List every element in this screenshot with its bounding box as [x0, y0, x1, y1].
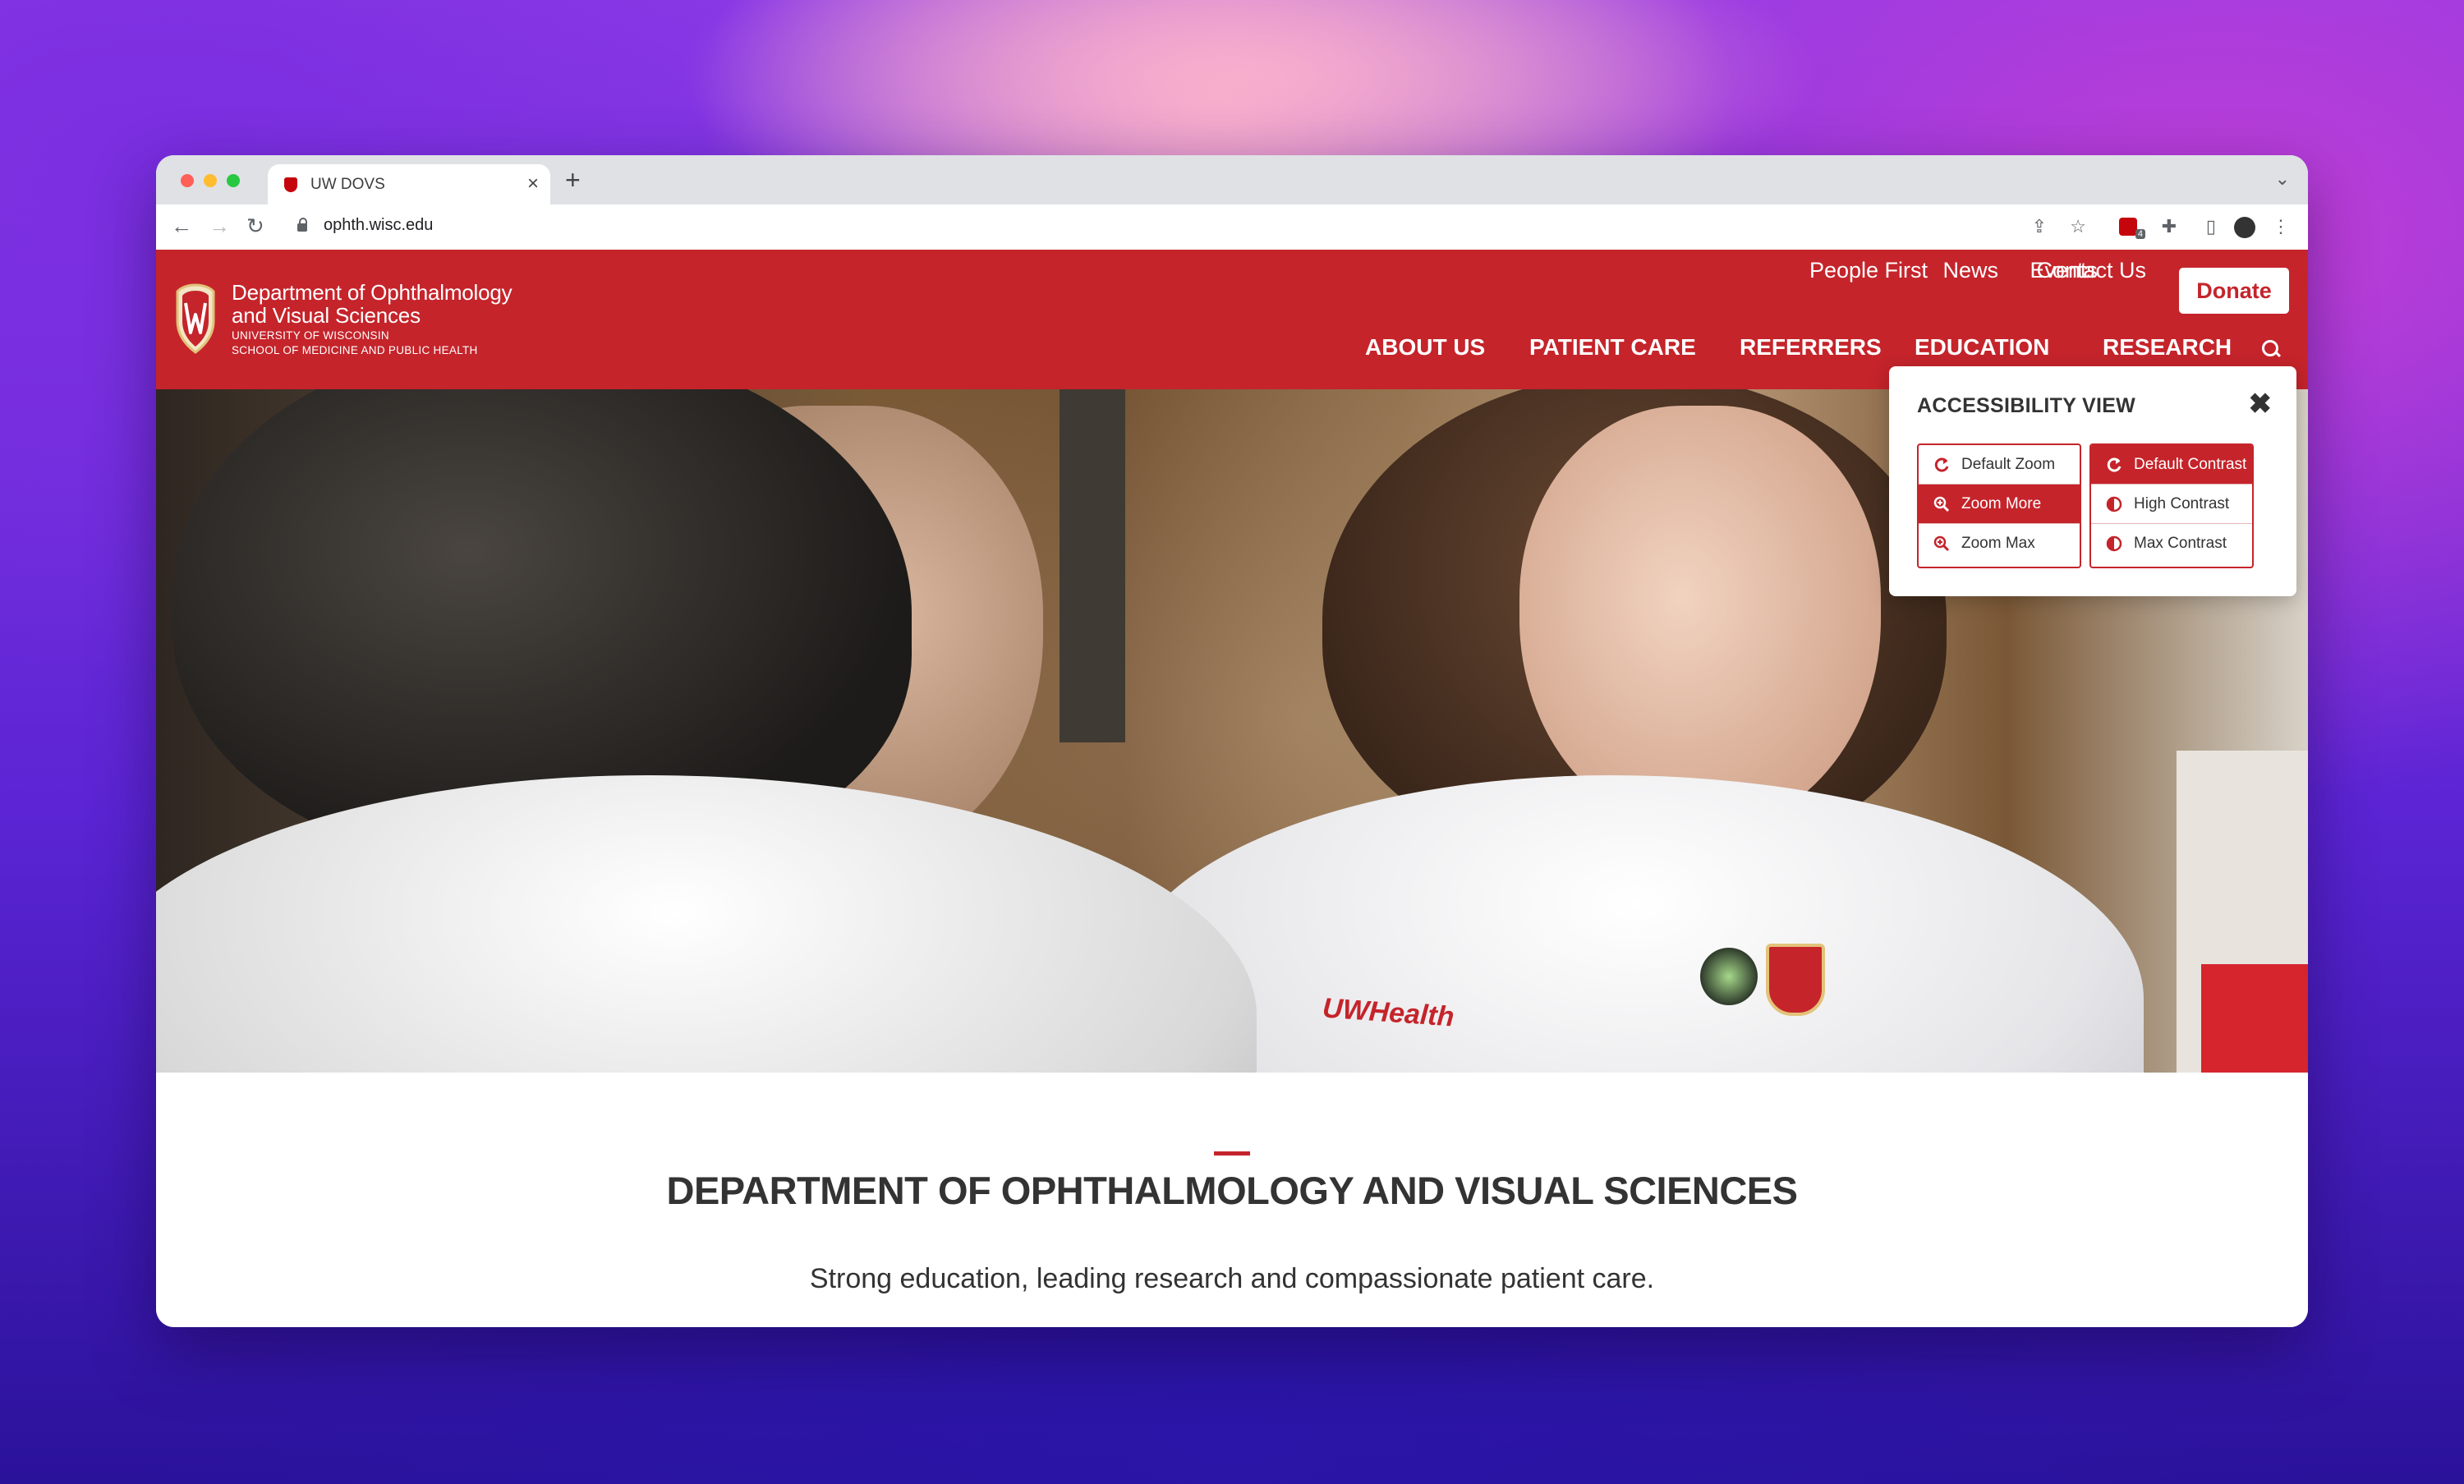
- zoom-more-button[interactable]: Zoom More: [1919, 485, 2080, 524]
- nav-about-us[interactable]: ABOUT US: [1365, 334, 1485, 361]
- window-maximize-button[interactable]: [227, 174, 240, 187]
- nav-patient-care[interactable]: PATIENT CARE: [1529, 334, 1696, 361]
- zoom-in-icon: [1933, 535, 1950, 552]
- uw-crest-logo-icon[interactable]: [174, 283, 217, 354]
- max-contrast-button[interactable]: Max Contrast: [2091, 524, 2252, 563]
- zoom-in-icon: [1933, 496, 1950, 512]
- nav-education[interactable]: EDUCATION: [1915, 334, 2049, 361]
- browser-menu-kebab-icon[interactable]: ⋮: [2272, 214, 2290, 239]
- share-icon[interactable]: ⇪: [2032, 214, 2047, 239]
- default-contrast-label: Default Contrast: [2134, 455, 2247, 473]
- window-minimize-button[interactable]: [204, 174, 217, 187]
- reload-icon[interactable]: ↻: [246, 213, 264, 239]
- high-contrast-button[interactable]: High Contrast: [2091, 485, 2252, 524]
- new-tab-plus-icon[interactable]: +: [565, 165, 581, 195]
- contrast-half-circle-icon: [2106, 535, 2122, 552]
- brand-line-visual-sciences: and Visual Sciences: [232, 303, 421, 328]
- nav-link-news[interactable]: News: [1942, 258, 1998, 283]
- zoom-options: Default Zoom Zoom More Zoom Max: [1917, 443, 2081, 568]
- extensions-puzzle-icon[interactable]: ✚: [2162, 214, 2177, 239]
- nav-research[interactable]: RESEARCH: [2103, 334, 2232, 361]
- browser-tab-active[interactable]: UW DOVS ×: [268, 164, 550, 204]
- donate-button[interactable]: Donate: [2179, 268, 2289, 314]
- hero-doorframe: [1060, 389, 1125, 742]
- window-close-button[interactable]: [181, 174, 194, 187]
- contrast-options: Default Contrast High Contrast Max Contr…: [2089, 443, 2254, 568]
- forward-arrow-icon[interactable]: →: [209, 213, 230, 239]
- uw-crest-favicon-icon: [284, 177, 297, 192]
- hero-person-right-face: [1519, 406, 1881, 833]
- back-arrow-icon[interactable]: ←: [171, 213, 192, 239]
- contrast-half-circle-icon: [2106, 496, 2122, 512]
- tab-close-icon[interactable]: ×: [527, 172, 539, 195]
- intro-accent-rule: [1214, 1151, 1250, 1155]
- nav-link-contact-us[interactable]: Contact Us: [2036, 258, 2146, 283]
- brand-line-university: UNIVERSITY OF WISCONSIN: [232, 329, 389, 342]
- hero-crest-patch-icon: [1766, 944, 1825, 1016]
- high-contrast-label: High Contrast: [2134, 494, 2230, 512]
- brand-name[interactable]: Department of Ophthalmology and Visual S…: [232, 280, 513, 358]
- nav-link-people-first[interactable]: People First: [1809, 258, 1928, 283]
- tab-search-chevron-icon[interactable]: ⌄: [2275, 168, 2290, 190]
- browser-toolbar: ← → ↻ ophth.wisc.edu ⇪ ☆ 4 ✚ ▯ ⋮: [156, 204, 2308, 250]
- side-panel-icon[interactable]: ▯: [2206, 214, 2216, 239]
- accessibility-panel-title: ACCESSIBILITY VIEW: [1917, 394, 2136, 417]
- brand-line-department: Department of Ophthalmology: [232, 280, 513, 305]
- zoom-max-button[interactable]: Zoom Max: [1919, 524, 2080, 563]
- nav-referrers[interactable]: REFERRERS: [1740, 334, 1882, 361]
- bookmark-star-icon[interactable]: ☆: [2070, 214, 2086, 239]
- hero-fire-sign: [2201, 964, 2308, 1073]
- default-zoom-button[interactable]: Default Zoom: [1919, 445, 2080, 485]
- accessibility-panel: ACCESSIBILITY VIEW ✖ Default Zoom Zoom M…: [1889, 366, 2296, 596]
- address-bar[interactable]: ophth.wisc.edu: [324, 216, 433, 235]
- brand-line-school: SCHOOL OF MEDICINE AND PUBLIC HEALTH: [232, 344, 478, 356]
- lock-icon[interactable]: [297, 218, 307, 232]
- zoom-more-label: Zoom More: [1961, 494, 2042, 512]
- extension-badge: 4: [2135, 229, 2145, 239]
- hero-id-badge: [1700, 948, 1758, 1005]
- search-icon[interactable]: [2262, 340, 2278, 356]
- uw-extension-icon[interactable]: [2119, 218, 2137, 236]
- default-contrast-button[interactable]: Default Contrast: [2091, 445, 2252, 485]
- profile-avatar-icon[interactable]: [2234, 217, 2255, 238]
- refresh-icon: [1934, 457, 1949, 472]
- tab-title: UW DOVS: [310, 176, 385, 193]
- browser-window: UW DOVS × + ⌄ ← → ↻ ophth.wisc.edu ⇪ ☆ 4…: [156, 155, 2308, 1327]
- close-icon[interactable]: ✖: [2249, 389, 2273, 419]
- page-subtitle: Strong education, leading research and c…: [809, 1263, 1655, 1294]
- zoom-max-label: Zoom Max: [1961, 535, 2035, 552]
- intro-section: DEPARTMENT OF OPHTHALMOLOGY AND VISUAL S…: [156, 1073, 2308, 1327]
- refresh-icon: [2107, 457, 2122, 472]
- default-zoom-label: Default Zoom: [1961, 455, 2056, 473]
- tab-strip: UW DOVS × + ⌄: [156, 155, 2308, 204]
- page-title: DEPARTMENT OF OPHTHALMOLOGY AND VISUAL S…: [666, 1169, 1799, 1212]
- max-contrast-label: Max Contrast: [2134, 535, 2227, 552]
- website: Department of Ophthalmology and Visual S…: [156, 250, 2308, 1327]
